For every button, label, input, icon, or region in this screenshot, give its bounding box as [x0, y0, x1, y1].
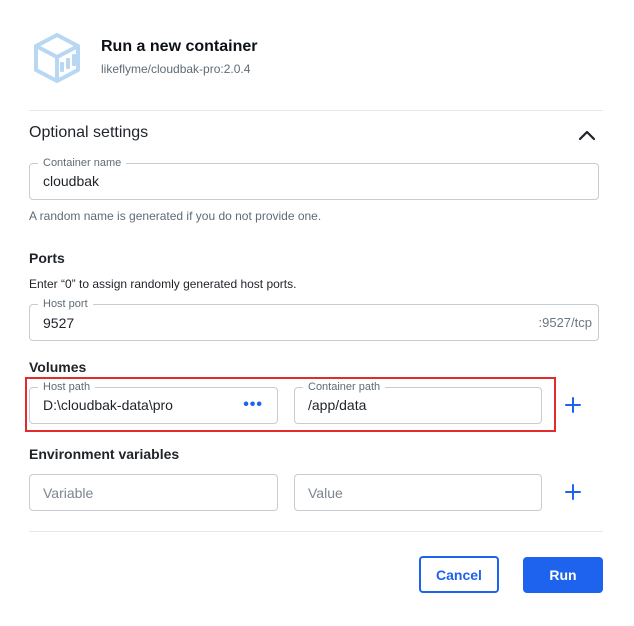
chevron-up-icon[interactable] — [574, 124, 600, 146]
env-variable-placeholder: Variable — [43, 485, 94, 501]
ellipsis-icon[interactable]: ••• — [243, 396, 263, 414]
page-title: Run a new container — [101, 38, 258, 55]
cancel-button[interactable]: Cancel — [419, 556, 499, 593]
divider — [29, 110, 603, 111]
env-title: Environment variables — [29, 446, 180, 462]
host-path-label: Host path — [38, 380, 96, 394]
run-button[interactable]: Run — [523, 557, 603, 593]
image-name: likeflyme/cloudbak-pro:2.0.4 — [101, 62, 251, 76]
container-path-field[interactable]: Container path /app/data — [294, 380, 542, 424]
ports-title: Ports — [29, 250, 65, 266]
container-path-value: /app/data — [308, 397, 367, 413]
env-value-placeholder: Value — [308, 485, 343, 501]
ports-description: Enter “0” to assign randomly generated h… — [29, 277, 297, 291]
container-name-label: Container name — [38, 156, 127, 170]
container-port-suffix: :9527/tcp — [538, 315, 593, 330]
host-port-label: Host port — [38, 297, 93, 311]
container-name-value: cloudbak — [43, 173, 100, 189]
host-path-field[interactable]: Host path D:\cloudbak-data\pro ••• — [29, 380, 278, 424]
container-cube-icon — [32, 32, 82, 84]
env-value-input[interactable]: Value — [294, 474, 542, 511]
env-variable-input[interactable]: Variable — [29, 474, 278, 511]
divider — [29, 531, 603, 532]
container-name-helper: A random name is generated if you do not… — [29, 209, 322, 223]
host-path-value: D:\cloudbak-data\pro — [43, 397, 173, 413]
plus-icon[interactable] — [564, 483, 582, 501]
host-port-value: 9527 — [43, 315, 75, 331]
host-port-field[interactable]: Host port 9527 :9527/tcp — [29, 297, 599, 341]
optional-settings-title: Optional settings — [29, 124, 149, 141]
container-path-label: Container path — [303, 380, 386, 394]
container-name-field[interactable]: Container name cloudbak — [29, 156, 599, 200]
plus-icon[interactable] — [564, 396, 582, 414]
volumes-title: Volumes — [29, 359, 87, 375]
